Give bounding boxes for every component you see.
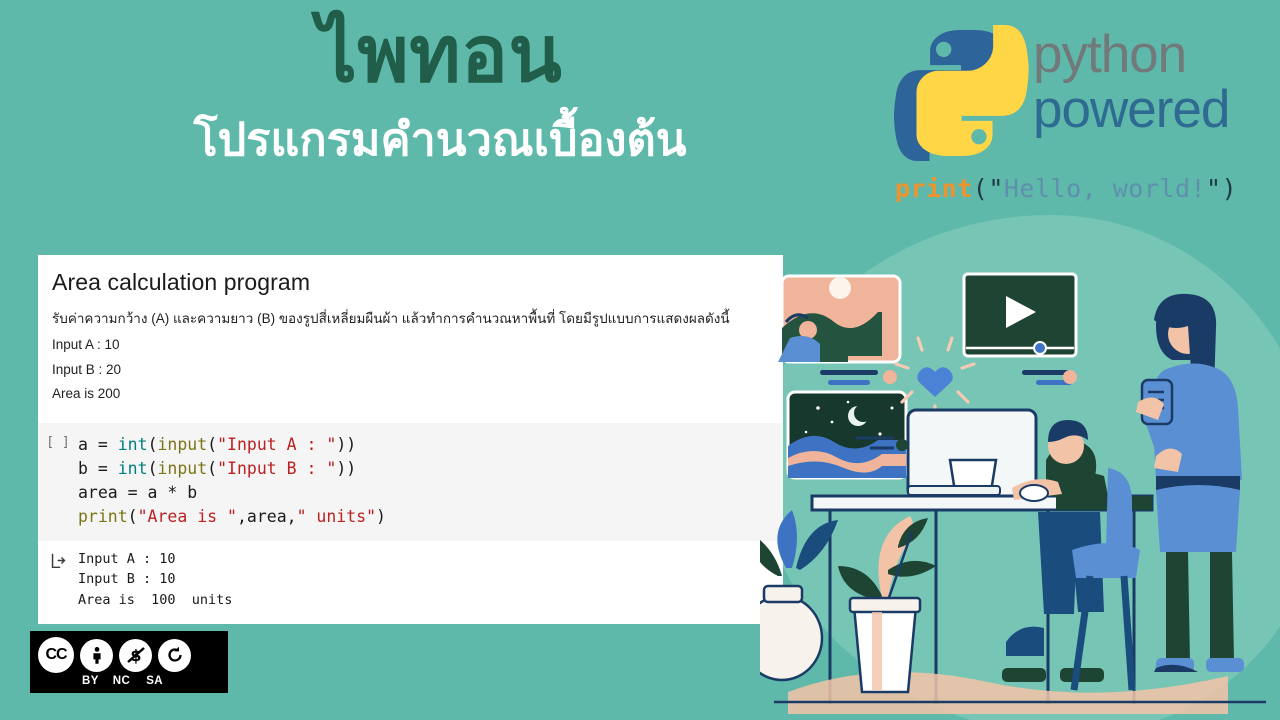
code-token: (: [127, 506, 138, 526]
title-block: ไพทอน โปรแกรมคำนวณเบื้องต้น: [0, 12, 880, 166]
output-line: Input A : 10: [78, 550, 176, 567]
standing-person: [1136, 293, 1244, 672]
cc-label-sa: SA: [146, 675, 163, 687]
card-header: Area calculation program: [38, 255, 783, 298]
content-card: Area calculation program รับค่าความกว้าง…: [38, 255, 783, 625]
code-token: input: [157, 458, 208, 478]
card-description: รับค่าความกว้าง (A) และความยาว (B) ของรู…: [52, 311, 730, 326]
cc-label-by: BY: [82, 675, 99, 687]
code-token: input: [157, 434, 208, 454]
code-cell-source[interactable]: a = int(input("Input A : ")) b = int(inpu…: [78, 433, 783, 529]
page-subtitle: โปรแกรมคำนวณเบื้องต้น: [193, 114, 687, 166]
nc-nodollar-icon: $: [119, 638, 152, 672]
code-token: b =: [78, 458, 118, 478]
python-powered-wordmark: python powered: [1033, 25, 1230, 139]
code-token: " units": [296, 506, 377, 526]
hello-world-code-line: print("Hello, world!"): [895, 174, 1237, 203]
hello-string-token: Hello, world!: [1003, 174, 1207, 203]
powered-word: powered: [1033, 79, 1230, 139]
hello-open-token: (": [972, 174, 1004, 203]
code-token: )): [336, 434, 357, 454]
code-line: print("Area is ",area," units"): [78, 505, 783, 529]
output-prompt: [38, 549, 78, 611]
card-title: Area calculation program: [52, 269, 311, 295]
output-cell: Input A : 10 Input B : 10 Area is 100 unit…: [38, 540, 783, 625]
hello-print-token: print: [895, 174, 973, 203]
page-title: ไพทอน: [317, 10, 563, 98]
code-line: area = a * b: [78, 481, 783, 505]
cc-license-badge[interactable]: CC $ BY NC SA: [30, 631, 228, 693]
sa-sharealike-icon: [158, 638, 191, 672]
heart-icon: [894, 336, 976, 420]
cc-label-row: BY NC SA: [38, 675, 220, 687]
code-token: a =: [78, 434, 118, 454]
night-photo-card: [786, 390, 908, 480]
output-line: Input B : 10: [78, 571, 176, 588]
day-photo-card: [778, 274, 902, 364]
code-token: area = a * b: [78, 482, 198, 502]
code-token: ): [376, 506, 386, 526]
by-person-icon: [80, 638, 113, 672]
code-token: )): [336, 458, 357, 478]
python-logo-icon: [894, 25, 1029, 161]
code-token: (: [207, 434, 218, 454]
code-line: b = int(input("Input B : ")): [78, 457, 783, 481]
code-token: (: [147, 434, 158, 454]
video-card-caption-bars: [1022, 370, 1077, 385]
sample-output-list: Input A : 10 Input B : 20 Area is 200: [38, 331, 783, 423]
cc-label-nc: NC: [112, 675, 131, 687]
code-token: int: [117, 434, 148, 454]
output-arrow-icon: [51, 553, 65, 568]
sample-line: Input A : 10: [52, 336, 120, 352]
plant-right: [838, 516, 936, 694]
hello-close-token: "): [1206, 174, 1238, 203]
code-token: ,area,: [236, 506, 297, 526]
output-line: Area is 100 units: [78, 591, 233, 608]
code-token: "Input A : ": [217, 434, 337, 454]
sample-line: Input B : 20: [52, 361, 122, 377]
code-cell-prompt[interactable]: [ ]: [38, 433, 78, 529]
output-cell-text: Input A : 10 Input B : 10 Area is 100 unit…: [78, 549, 783, 611]
code-token: print: [78, 506, 128, 526]
code-token: "Input B : ": [217, 458, 337, 478]
video-player-card: [962, 272, 1078, 358]
code-line: a = int(input("Input A : ")): [78, 433, 783, 457]
day-card-caption-bars: [820, 370, 897, 385]
plant-left: [760, 510, 838, 682]
people-at-desk-illustration: [760, 272, 1266, 714]
python-word: python: [1033, 25, 1187, 84]
cc-icon: CC: [38, 637, 74, 673]
cc-icon-row: CC $: [38, 637, 220, 673]
slide-root: ไพทอน โปรแกรมคำนวณเบื้องต้น python power…: [0, 0, 1280, 720]
code-token: "Area is ": [137, 506, 237, 526]
code-token: (: [147, 458, 158, 478]
code-cell[interactable]: [ ] a = int(input("Input A : ")) b = int(…: [38, 422, 783, 541]
code-token: (: [207, 458, 218, 478]
python-powered-badge: python powered print("Hello, world!"): [893, 22, 1253, 212]
code-token: int: [117, 458, 148, 478]
sample-line: Area is 200: [52, 386, 121, 402]
